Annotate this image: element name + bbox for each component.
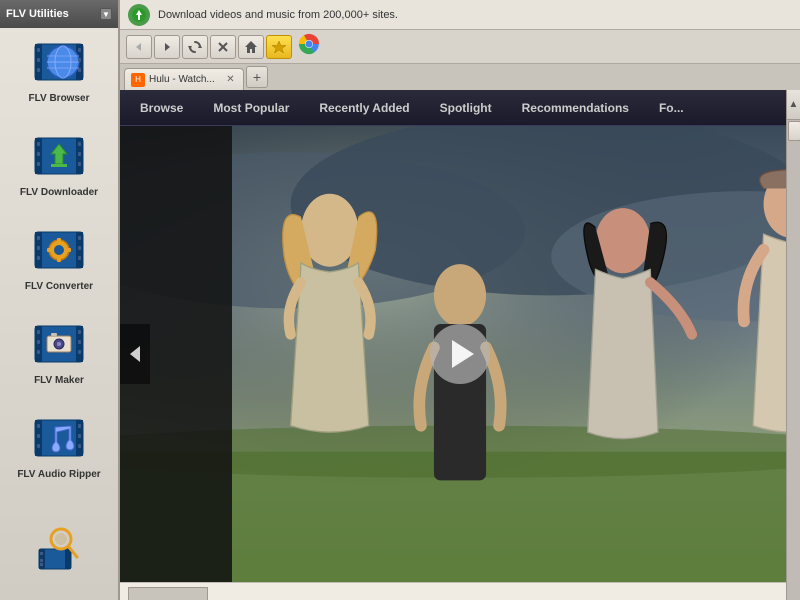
bookmark-button[interactable] <box>266 35 292 59</box>
flv-browser-icon <box>31 34 87 90</box>
flv-converter-label: FLV Converter <box>25 281 93 292</box>
hulu-nav-most-popular[interactable]: Most Popular <box>213 101 289 115</box>
tab-bar: H Hulu - Watch... ✕ + <box>120 64 800 90</box>
sidebar-item-flv-audio-ripper[interactable]: FLV Audio Ripper <box>0 406 118 484</box>
sidebar-title-text: FLV Utilities <box>6 8 69 20</box>
flv-converter-icon <box>31 222 87 278</box>
new-tab-button[interactable]: + <box>246 66 268 88</box>
scroll-thumb[interactable] <box>788 121 800 141</box>
hulu-nav: Browse Most Popular Recently Added Spotl… <box>120 90 800 126</box>
flv-maker-label: FLV Maker <box>34 375 84 386</box>
play-triangle-icon <box>452 340 474 368</box>
flv-browser-label: FLV Browser <box>29 93 90 104</box>
browser-scrollbar[interactable]: ▲ <box>786 90 800 600</box>
main-content: Download videos and music from 200,000+ … <box>120 0 800 600</box>
refresh-button[interactable] <box>182 35 208 59</box>
sidebar-collapse-btn[interactable]: ▼ <box>100 8 112 20</box>
top-bar: Download videos and music from 200,000+ … <box>120 0 800 30</box>
chrome-logo <box>298 33 320 60</box>
browser-content: Browse Most Popular Recently Added Spotl… <box>120 90 800 600</box>
flv-audio-ripper-icon <box>31 410 87 466</box>
bottom-preview <box>120 582 800 600</box>
home-button[interactable] <box>238 35 264 59</box>
back-button[interactable] <box>126 35 152 59</box>
hulu-nav-spotlight[interactable]: Spotlight <box>440 101 492 115</box>
sidebar-item-flv-converter[interactable]: FLV Converter <box>0 218 118 296</box>
left-arrow-button[interactable] <box>120 324 150 384</box>
hero-image <box>120 126 800 582</box>
hulu-nav-browse[interactable]: Browse <box>140 101 183 115</box>
hulu-nav-recently-added[interactable]: Recently Added <box>319 101 409 115</box>
flv-downloader-label: FLV Downloader <box>20 187 98 198</box>
flv-audio-ripper-label: FLV Audio Ripper <box>17 469 100 480</box>
stop-button[interactable] <box>210 35 236 59</box>
download-text: Download videos and music from 200,000+ … <box>158 9 398 21</box>
preview-thumbnail[interactable] <box>128 587 208 600</box>
sidebar-item-flv-maker[interactable]: FLV Maker <box>0 312 118 390</box>
hulu-nav-more[interactable]: Fo... <box>659 101 684 115</box>
browser-tab-hulu[interactable]: H Hulu - Watch... ✕ <box>124 68 244 90</box>
play-button[interactable] <box>430 324 490 384</box>
search-icon <box>31 521 87 577</box>
flv-downloader-icon <box>31 128 87 184</box>
download-site-icon <box>128 4 150 26</box>
nav-bar <box>120 30 800 64</box>
hero-area <box>120 126 800 582</box>
sidebar: FLV Utilities ▼ <box>0 0 120 600</box>
sidebar-item-flv-browser[interactable]: FLV Browser <box>0 30 118 108</box>
hulu-nav-recommendations[interactable]: Recommendations <box>522 101 629 115</box>
scroll-up-button[interactable]: ▲ <box>787 90 800 120</box>
sidebar-item-search[interactable] <box>0 517 118 584</box>
tab-label: Hulu - Watch... <box>149 74 220 85</box>
sidebar-title: FLV Utilities ▼ <box>0 0 118 28</box>
flv-maker-icon <box>31 316 87 372</box>
tab-close-button[interactable]: ✕ <box>224 73 237 86</box>
sidebar-item-flv-downloader[interactable]: FLV Downloader <box>0 124 118 202</box>
tab-favicon: H <box>131 73 145 87</box>
forward-button[interactable] <box>154 35 180 59</box>
